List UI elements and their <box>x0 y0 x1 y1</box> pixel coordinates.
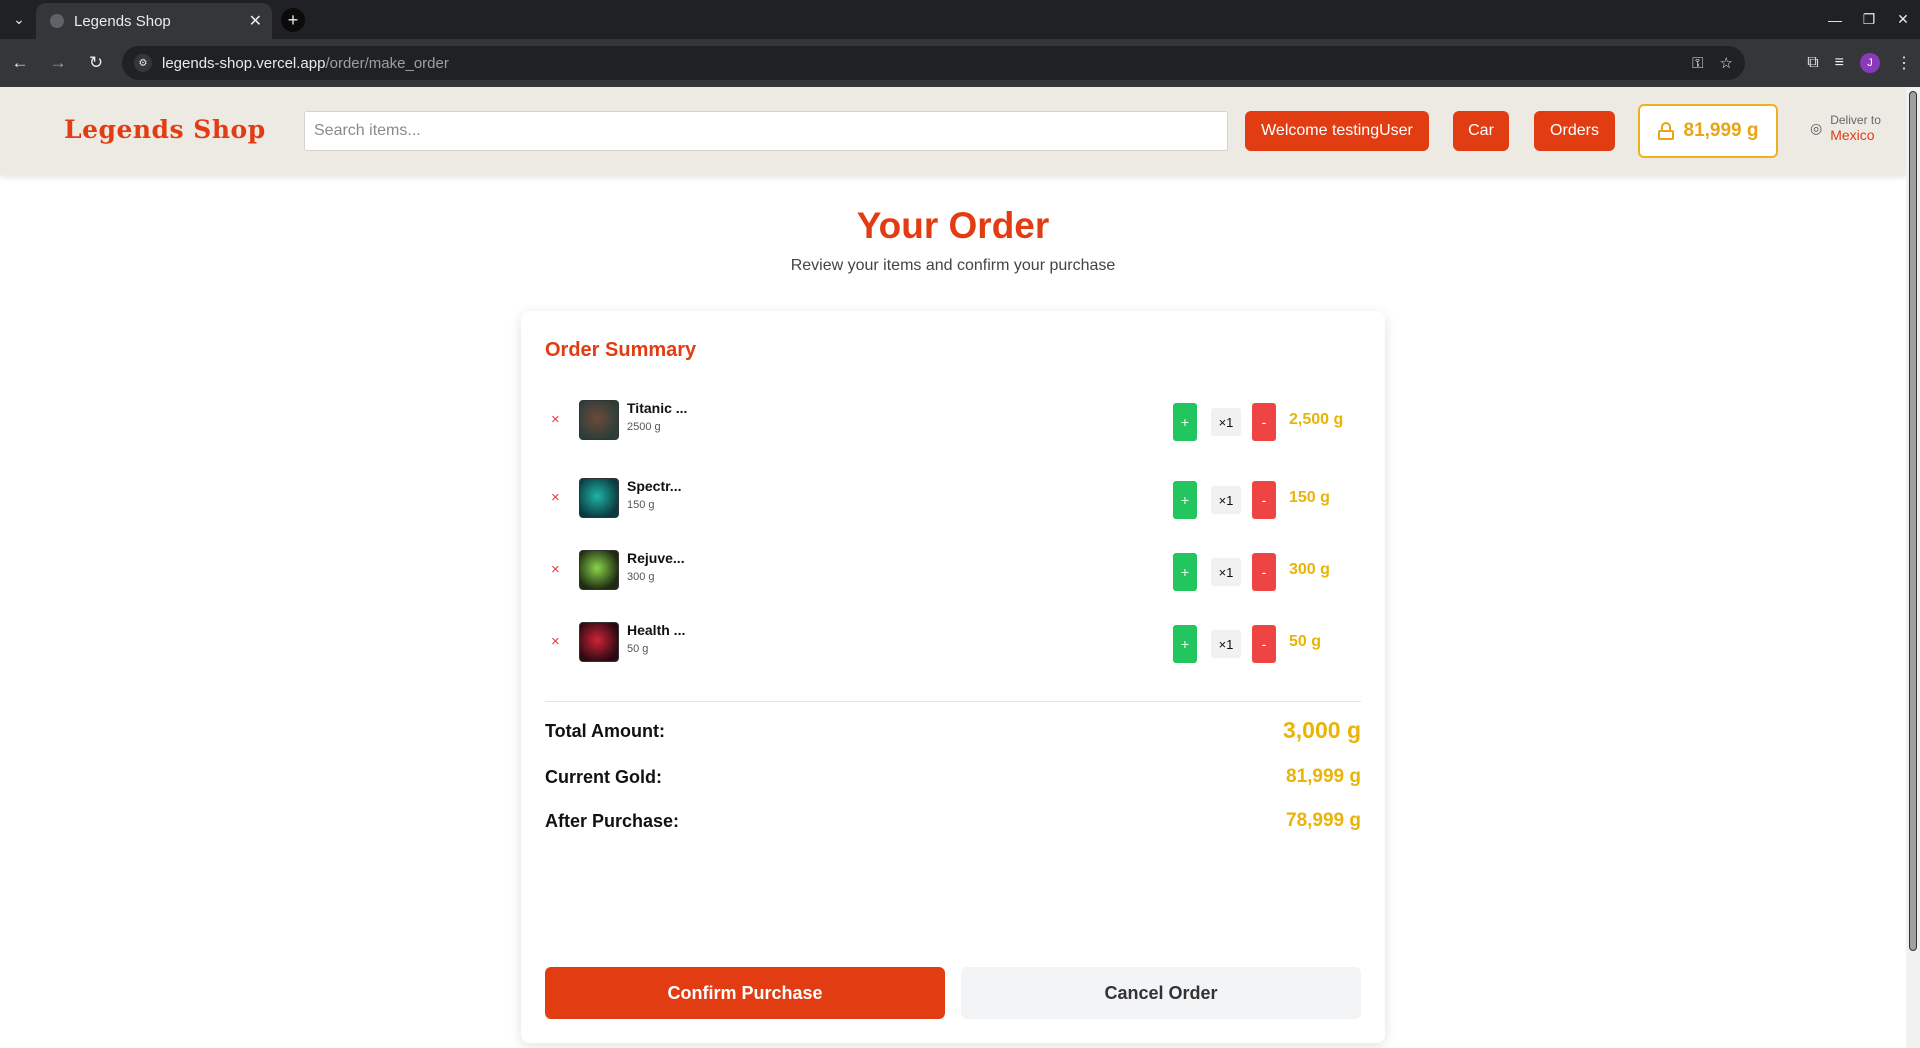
password-key-icon[interactable]: ⚿ <box>1692 55 1703 72</box>
tab-favicon-icon <box>50 14 64 28</box>
cancel-order-button[interactable]: Cancel Order <box>961 967 1361 1019</box>
remove-item-icon[interactable]: × <box>551 489 560 506</box>
back-arrow-icon[interactable]: ← <box>2 45 38 81</box>
remove-item-icon[interactable]: × <box>551 633 560 650</box>
browser-menu-icon[interactable]: ⋮ <box>1896 53 1912 73</box>
location-pin-icon: ◎ <box>1810 119 1823 136</box>
decrease-qty-button[interactable]: - <box>1252 403 1276 441</box>
close-window-icon[interactable]: ✕ <box>1886 0 1920 39</box>
page-viewport: Legends Shop Welcome testingUser Car Ord… <box>0 87 1906 1048</box>
profile-avatar[interactable]: J <box>1860 53 1880 73</box>
site-info-icon[interactable]: ⚙ <box>134 54 152 72</box>
after-purchase-value: 78,999 g <box>1286 810 1361 831</box>
gold-balance-button[interactable]: 81,999 g <box>1638 104 1778 158</box>
remove-item-icon[interactable]: × <box>551 561 560 578</box>
page-subtitle: Review your items and confirm your purch… <box>790 257 1116 274</box>
browser-toolbar: ← → ↻ ⚙ legends-shop.vercel.app/order/ma… <box>0 39 1920 87</box>
item-quantity: ×1 <box>1211 630 1241 658</box>
increase-qty-button[interactable]: + <box>1173 481 1197 519</box>
item-thumbnail <box>579 550 619 590</box>
welcome-user-button[interactable]: Welcome testingUser <box>1245 111 1429 151</box>
item-price: 50 g <box>627 643 649 655</box>
window-controls: — ❐ ✕ <box>1818 0 1920 39</box>
site-header: Legends Shop Welcome testingUser Car Ord… <box>0 87 1906 175</box>
item-quantity: ×1 <box>1211 486 1241 514</box>
order-item: × Health ... 50 g + ×1 - 50 g <box>545 617 1361 667</box>
order-summary-title: Order Summary <box>545 339 697 361</box>
reload-icon[interactable]: ↻ <box>78 45 114 81</box>
new-tab-plus-icon[interactable]: + <box>281 8 305 32</box>
address-bar[interactable]: ⚙ legends-shop.vercel.app/order/make_ord… <box>122 46 1745 80</box>
decrease-qty-button[interactable]: - <box>1252 481 1276 519</box>
item-quantity: ×1 <box>1211 558 1241 586</box>
deliver-to[interactable]: ◎ Deliver to Mexico <box>1810 113 1881 143</box>
lock-icon <box>1657 122 1674 140</box>
item-name: Titanic ... <box>627 400 688 416</box>
increase-qty-button[interactable]: + <box>1173 553 1197 591</box>
order-summary-card: Order Summary × Titanic ... 2500 g + ×1 … <box>521 311 1385 1043</box>
page-title: Your Order <box>856 205 1050 246</box>
item-thumbnail <box>579 478 619 518</box>
total-amount-label: Total Amount: <box>545 721 665 741</box>
restore-icon[interactable]: ❐ <box>1852 0 1886 39</box>
url-path: /order/make_order <box>325 54 449 72</box>
item-quantity: ×1 <box>1211 408 1241 436</box>
extensions-icon[interactable]: ⧉ <box>1807 54 1818 72</box>
item-name: Health ... <box>627 622 686 638</box>
item-price: 150 g <box>627 499 655 511</box>
increase-qty-button[interactable]: + <box>1173 625 1197 663</box>
deliver-label: Deliver to <box>1830 113 1881 127</box>
order-item: × Titanic ... 2500 g + ×1 - 2,500 g <box>545 395 1361 445</box>
scrollbar-thumb[interactable] <box>1909 91 1917 951</box>
item-price: 2500 g <box>627 421 661 433</box>
decrease-qty-button[interactable]: - <box>1252 625 1276 663</box>
item-name: Rejuve... <box>627 550 685 566</box>
orders-button[interactable]: Orders <box>1534 111 1615 151</box>
item-price: 300 g <box>627 571 655 583</box>
minimize-icon[interactable]: — <box>1818 0 1852 39</box>
order-item: × Spectr... 150 g + ×1 - 150 g <box>545 473 1361 523</box>
confirm-purchase-button[interactable]: Confirm Purchase <box>545 967 945 1019</box>
site-logo[interactable]: Legends Shop <box>64 115 266 144</box>
forward-arrow-icon[interactable]: → <box>40 45 76 81</box>
browser-tab-bar: ⌄ Legends Shop ✕ + — ❐ ✕ <box>0 0 1920 39</box>
item-name: Spectr... <box>627 478 682 494</box>
order-item: × Rejuve... 300 g + ×1 - 300 g <box>545 545 1361 595</box>
tab-title: Legends Shop <box>74 12 171 30</box>
url-host: legends-shop.vercel.app <box>162 54 326 72</box>
browser-tab[interactable]: Legends Shop ✕ <box>36 3 272 39</box>
decrease-qty-button[interactable]: - <box>1252 553 1276 591</box>
tab-close-icon[interactable]: ✕ <box>249 11 262 31</box>
item-total: 50 g <box>1289 633 1322 650</box>
remove-item-icon[interactable]: × <box>551 411 560 428</box>
after-purchase-label: After Purchase: <box>545 811 680 831</box>
media-controls-icon[interactable]: ≡ <box>1835 54 1844 72</box>
increase-qty-button[interactable]: + <box>1173 403 1197 441</box>
item-total: 300 g <box>1289 561 1330 578</box>
summary-divider <box>545 701 1361 702</box>
current-gold-value: 81,999 g <box>1286 766 1361 787</box>
page-scrollbar[interactable] <box>1906 87 1920 1048</box>
item-total: 2,500 g <box>1289 411 1344 428</box>
deliver-country: Mexico <box>1830 127 1875 143</box>
item-thumbnail <box>579 622 619 662</box>
tab-search-chevron-icon[interactable]: ⌄ <box>0 0 38 39</box>
total-amount-value: 3,000 g <box>1283 717 1361 743</box>
current-gold-label: Current Gold: <box>545 767 662 787</box>
bookmark-star-icon[interactable]: ☆ <box>1720 54 1733 72</box>
gold-balance-value: 81,999 g <box>1683 120 1759 141</box>
search-input[interactable] <box>304 111 1228 151</box>
item-total: 150 g <box>1289 489 1330 506</box>
car-button[interactable]: Car <box>1453 111 1509 151</box>
item-thumbnail <box>579 400 619 440</box>
